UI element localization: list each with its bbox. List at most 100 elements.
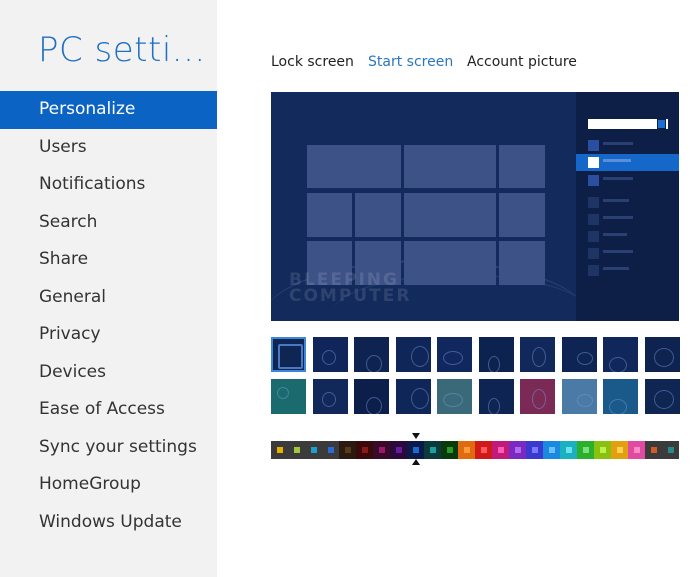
sidebar-item-homegroup[interactable]: HomeGroup bbox=[0, 466, 217, 504]
background-pattern-thumb[interactable] bbox=[645, 379, 680, 414]
pattern-shape bbox=[532, 347, 546, 367]
color-swatch[interactable] bbox=[509, 441, 526, 459]
color-chip bbox=[548, 447, 555, 453]
background-pattern-thumb[interactable] bbox=[271, 379, 306, 414]
pattern-shape bbox=[322, 350, 336, 365]
sidebar-item-users[interactable]: Users bbox=[0, 129, 217, 167]
color-swatch[interactable] bbox=[611, 441, 628, 459]
pattern-shape bbox=[488, 398, 500, 414]
pattern-shape bbox=[532, 389, 546, 409]
background-pattern-thumb[interactable] bbox=[437, 379, 472, 414]
color-chip bbox=[429, 447, 436, 453]
color-swatch[interactable] bbox=[577, 441, 594, 459]
color-swatch[interactable] bbox=[628, 441, 645, 459]
sidebar-item-notifications[interactable]: Notifications bbox=[0, 166, 217, 204]
pattern-shape bbox=[366, 355, 382, 372]
color-chip bbox=[650, 447, 657, 453]
sidebar-item-share[interactable]: Share bbox=[0, 241, 217, 279]
pattern-shape bbox=[654, 348, 674, 367]
color-swatch[interactable] bbox=[543, 441, 560, 459]
color-swatch[interactable] bbox=[441, 441, 458, 459]
preview-search-box bbox=[588, 119, 668, 129]
preview-app-icon bbox=[588, 175, 599, 186]
pattern-shape bbox=[366, 397, 382, 414]
pattern-shape bbox=[609, 399, 627, 414]
tab-start-screen[interactable]: Start screen bbox=[368, 54, 453, 70]
color-swatch[interactable] bbox=[594, 441, 611, 459]
sidebar-item-ease-of-access[interactable]: Ease of Access bbox=[0, 391, 217, 429]
background-pattern-thumb[interactable] bbox=[520, 379, 555, 414]
color-swatch[interactable] bbox=[662, 441, 679, 459]
color-chip bbox=[361, 447, 368, 453]
pattern-shape bbox=[654, 390, 674, 409]
color-swatch[interactable] bbox=[373, 441, 390, 459]
pattern-shape bbox=[277, 387, 289, 399]
color-chip bbox=[412, 447, 419, 453]
sidebar: PC setti... Personalize Users Notificati… bbox=[0, 0, 217, 577]
color-palette bbox=[271, 441, 679, 459]
preview-tile bbox=[355, 193, 401, 237]
background-pattern-thumb[interactable] bbox=[313, 379, 348, 414]
background-pattern-thumb[interactable] bbox=[603, 379, 638, 414]
pattern-shape bbox=[443, 393, 463, 407]
color-swatch[interactable] bbox=[339, 441, 356, 459]
preview-app-line bbox=[603, 216, 633, 219]
background-pattern-thumb[interactable] bbox=[396, 337, 431, 372]
color-swatch[interactable] bbox=[271, 441, 288, 459]
preview-tile bbox=[499, 145, 545, 188]
selected-color-marker-top bbox=[411, 433, 420, 439]
color-chip bbox=[514, 447, 521, 453]
sidebar-item-general[interactable]: General bbox=[0, 279, 217, 317]
color-chip bbox=[531, 447, 538, 453]
sidebar-item-personalize[interactable]: Personalize bbox=[0, 91, 217, 129]
background-pattern-thumb[interactable] bbox=[313, 337, 348, 372]
background-pattern-thumb[interactable] bbox=[562, 379, 597, 414]
color-chip bbox=[667, 447, 674, 453]
preview-app-icon bbox=[588, 248, 599, 259]
background-pattern-thumb[interactable] bbox=[562, 337, 597, 372]
color-swatch[interactable] bbox=[475, 441, 492, 459]
color-chip bbox=[293, 447, 300, 453]
color-swatch[interactable] bbox=[288, 441, 305, 459]
sidebar-item-windows-update[interactable]: Windows Update bbox=[0, 504, 217, 542]
background-pattern-thumb[interactable] bbox=[271, 337, 306, 372]
tab-account-picture[interactable]: Account picture bbox=[467, 54, 577, 70]
sidebar-item-sync-settings[interactable]: Sync your settings bbox=[0, 429, 217, 467]
color-swatch[interactable] bbox=[424, 441, 441, 459]
background-pattern-thumb[interactable] bbox=[437, 337, 472, 372]
background-pattern-thumb[interactable] bbox=[479, 379, 514, 414]
preview-app-icon bbox=[588, 197, 599, 208]
preview-app-icon bbox=[588, 140, 599, 151]
color-swatch[interactable] bbox=[305, 441, 322, 459]
preview-app-icon bbox=[588, 214, 599, 225]
background-pattern-thumb[interactable] bbox=[354, 337, 389, 372]
color-chip bbox=[327, 447, 334, 453]
preview-tile bbox=[499, 241, 545, 285]
sidebar-item-search[interactable]: Search bbox=[0, 204, 217, 242]
color-chip bbox=[446, 447, 453, 453]
color-swatch[interactable] bbox=[356, 441, 373, 459]
color-swatch[interactable] bbox=[526, 441, 543, 459]
color-swatch[interactable] bbox=[407, 441, 424, 459]
color-swatch[interactable] bbox=[645, 441, 662, 459]
background-pattern-thumb[interactable] bbox=[603, 337, 638, 372]
background-pattern-thumb[interactable] bbox=[520, 337, 555, 372]
pattern-shape bbox=[577, 394, 593, 407]
color-chip bbox=[378, 447, 385, 453]
sidebar-item-devices[interactable]: Devices bbox=[0, 354, 217, 392]
color-chip bbox=[582, 447, 589, 453]
background-pattern-thumb[interactable] bbox=[479, 337, 514, 372]
background-pattern-thumb[interactable] bbox=[645, 337, 680, 372]
preview-tile bbox=[404, 241, 496, 285]
pattern-shape bbox=[443, 351, 463, 365]
background-pattern-thumb[interactable] bbox=[354, 379, 389, 414]
color-swatch[interactable] bbox=[458, 441, 475, 459]
sidebar-item-privacy[interactable]: Privacy bbox=[0, 316, 217, 354]
color-swatch[interactable] bbox=[322, 441, 339, 459]
background-pattern-thumb[interactable] bbox=[396, 379, 431, 414]
color-chip bbox=[480, 447, 487, 453]
tab-lock-screen[interactable]: Lock screen bbox=[271, 54, 354, 70]
color-swatch[interactable] bbox=[492, 441, 509, 459]
color-swatch[interactable] bbox=[390, 441, 407, 459]
color-swatch[interactable] bbox=[560, 441, 577, 459]
